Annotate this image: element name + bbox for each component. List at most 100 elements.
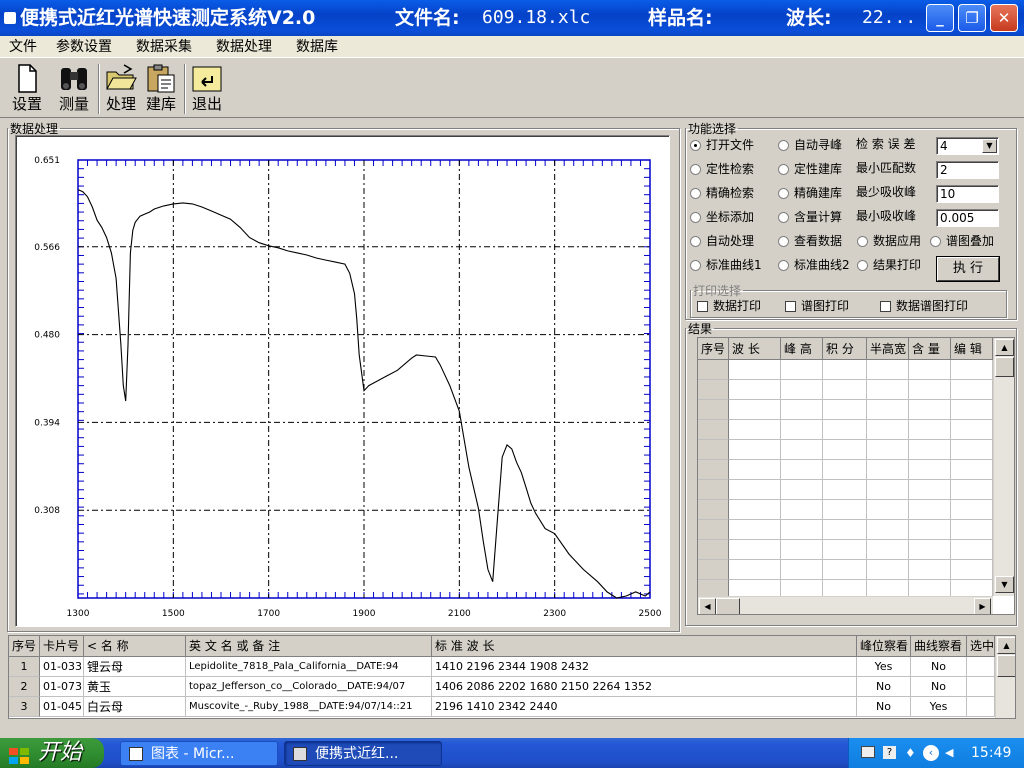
result-col-header[interactable]: 峰 高: [781, 338, 823, 360]
name-cell[interactable]: 白云母: [84, 697, 186, 717]
radio-std-curve-1[interactable]: 标准曲线1: [690, 257, 762, 273]
checkbox-data-chart-print[interactable]: 数据谱图打印: [880, 298, 968, 314]
radio-exact-search[interactable]: 精确检索: [690, 185, 754, 201]
table-vertical-scrollbar[interactable]: ▲: [995, 636, 1015, 718]
checkbox-data-print[interactable]: 数据打印: [697, 298, 761, 314]
scroll-down-icon[interactable]: ▼: [995, 576, 1014, 593]
result-col-header[interactable]: 半高宽: [867, 338, 909, 360]
peak-view-cell[interactable]: Yes: [857, 657, 911, 677]
close-icon[interactable]: ✕: [990, 4, 1018, 32]
result-horizontal-scrollbar[interactable]: ◀ ▶: [698, 596, 993, 614]
table-col-header[interactable]: 卡片号: [40, 636, 84, 657]
param-label-min-peak: 最小吸收峰: [856, 209, 917, 223]
execute-button[interactable]: 执 行: [936, 256, 1000, 282]
result-vertical-scrollbar[interactable]: ▲ ▼: [993, 338, 1014, 596]
radio-label: 自动寻峰: [794, 138, 843, 152]
radio-open-file[interactable]: 打开文件: [690, 137, 754, 153]
scroll-thumb[interactable]: [995, 357, 1014, 377]
radio-coord-add[interactable]: 坐标添加: [690, 209, 754, 225]
radio-std-curve-2[interactable]: 标准曲线2: [778, 257, 850, 273]
task-chart-app[interactable]: 图表 - Micr...: [120, 741, 278, 766]
waves-cell[interactable]: 2196 1410 2342 2440: [432, 697, 857, 717]
select-cell[interactable]: [967, 697, 995, 717]
exit-icon: [190, 62, 224, 94]
card-cell[interactable]: 01-045: [40, 697, 84, 717]
menu-process[interactable]: 数据处理: [216, 36, 272, 58]
checkbox-chart-print[interactable]: 谱图打印: [785, 298, 849, 314]
result-col-header[interactable]: 序号: [698, 338, 729, 360]
radio-auto-peak[interactable]: 自动寻峰: [778, 137, 842, 153]
help-icon[interactable]: ?: [883, 746, 896, 759]
scroll-thumb[interactable]: [997, 655, 1015, 677]
select-cell[interactable]: [967, 677, 995, 697]
menu-params[interactable]: 参数设置: [56, 36, 112, 58]
result-col-header[interactable]: 编 辑: [951, 338, 993, 360]
settings-button[interactable]: 设置: [8, 62, 46, 116]
scroll-thumb[interactable]: [716, 598, 740, 614]
peak-view-cell[interactable]: No: [857, 697, 911, 717]
table-col-header[interactable]: 英 文 名 或 备 注: [186, 636, 432, 657]
minimize-icon[interactable]: _: [926, 4, 954, 32]
volume-icon[interactable]: ◀: [945, 746, 959, 760]
curve-view-cell[interactable]: No: [911, 657, 967, 677]
menu-database[interactable]: 数据库: [296, 36, 338, 58]
table-col-header[interactable]: 标 准 波 长: [432, 636, 857, 657]
radio-dot: [690, 164, 701, 175]
task-spectrum-app[interactable]: 便携式近红...: [284, 741, 442, 766]
radio-qual-build[interactable]: 定性建库: [778, 161, 842, 177]
menu-acquire[interactable]: 数据采集: [136, 36, 192, 58]
radio-view-data[interactable]: 查看数据: [778, 233, 842, 249]
exit-button[interactable]: 退出: [188, 62, 226, 116]
radio-qual-search[interactable]: 定性检索: [690, 161, 754, 177]
radio-overlay[interactable]: 谱图叠加: [930, 233, 994, 249]
search-error-select[interactable]: 4 ▼: [936, 137, 999, 155]
result-col-header[interactable]: 积 分: [823, 338, 867, 360]
note-cell[interactable]: Lepidolite_7818_Pala_California__DATE:94: [186, 657, 432, 677]
name-cell[interactable]: 黄玉: [84, 677, 186, 697]
scroll-right-icon[interactable]: ▶: [974, 598, 991, 614]
radio-data-apply[interactable]: 数据应用: [857, 233, 921, 249]
waves-cell[interactable]: 1406 2086 2202 1680 2150 2264 1352: [432, 677, 857, 697]
note-cell[interactable]: topaz_Jefferson_co__Colorado__DATE:94/07: [186, 677, 432, 697]
min-match-input[interactable]: 2: [936, 161, 999, 179]
process-button[interactable]: 处理: [102, 62, 140, 116]
result-col-header[interactable]: 波 长: [729, 338, 781, 360]
restore-icon[interactable]: ❐: [958, 4, 986, 32]
radio-dot: [778, 236, 789, 247]
radio-result-print[interactable]: 结果打印: [857, 257, 921, 273]
table-col-header[interactable]: 选中: [967, 636, 995, 657]
table-col-header[interactable]: 序号: [9, 636, 40, 657]
chevron-left-icon[interactable]: ‹: [923, 745, 939, 761]
scroll-left-icon[interactable]: ◀: [699, 598, 716, 614]
radio-exact-build[interactable]: 精确建库: [778, 185, 842, 201]
min-peaks-input[interactable]: 10: [936, 185, 999, 203]
curve-view-cell[interactable]: No: [911, 677, 967, 697]
card-cell[interactable]: 01-033: [40, 657, 84, 677]
build-db-button[interactable]: 建库: [142, 62, 180, 116]
keyboard-icon[interactable]: [861, 746, 875, 758]
result-col-header[interactable]: 含 量: [909, 338, 951, 360]
start-button[interactable]: 开始: [0, 738, 104, 768]
min-peak-input[interactable]: 0.005: [936, 209, 999, 227]
menu-file[interactable]: 文件: [9, 36, 37, 58]
curve-view-cell[interactable]: Yes: [911, 697, 967, 717]
card-cell[interactable]: 01-073: [40, 677, 84, 697]
measure-button[interactable]: 测量: [55, 62, 93, 116]
select-cell[interactable]: [967, 657, 995, 677]
waves-cell[interactable]: 1410 2196 2344 1908 2432: [432, 657, 857, 677]
library-table[interactable]: 序号 卡片号 < 名 称 英 文 名 或 备 注 标 准 波 长 峰位察看 曲线…: [8, 635, 1016, 719]
usb-icon[interactable]: ♦: [905, 745, 916, 761]
radio-content-calc[interactable]: 含量计算: [778, 209, 842, 225]
table-col-header[interactable]: 曲线察看: [911, 636, 967, 657]
result-grid[interactable]: 序号 波 长 峰 高 积 分 半高宽 含 量 编 辑 ▲ ▼ ◀ ▶: [697, 337, 1015, 615]
peak-view-cell[interactable]: No: [857, 677, 911, 697]
scroll-up-icon[interactable]: ▲: [995, 339, 1014, 356]
name-cell[interactable]: 锂云母: [84, 657, 186, 677]
scroll-up-icon[interactable]: ▲: [997, 637, 1015, 654]
radio-label: 查看数据: [794, 234, 843, 248]
note-cell[interactable]: Muscovite_-_Ruby_1988__DATE:94/07/14::21: [186, 697, 432, 717]
table-col-header[interactable]: 峰位察看: [857, 636, 911, 657]
chevron-down-icon[interactable]: ▼: [982, 139, 997, 153]
radio-auto-process[interactable]: 自动处理: [690, 233, 754, 249]
table-col-header[interactable]: < 名 称: [84, 636, 186, 657]
